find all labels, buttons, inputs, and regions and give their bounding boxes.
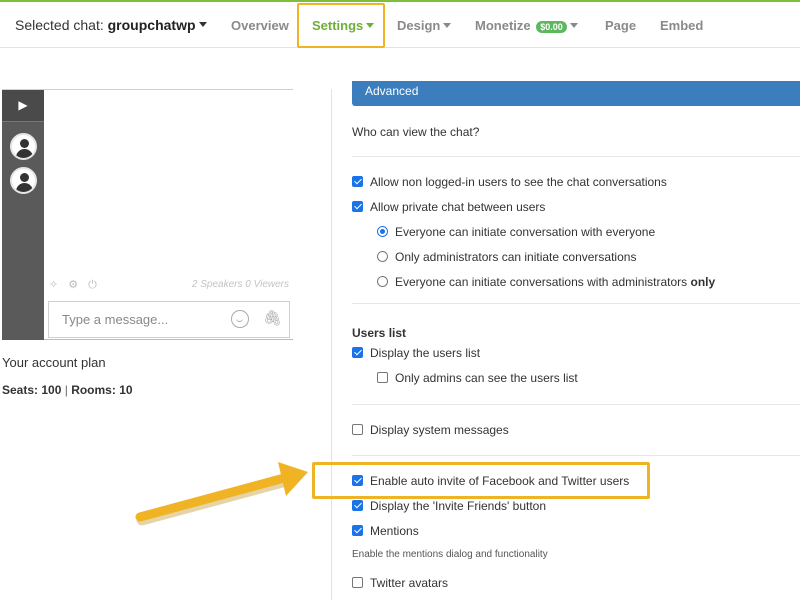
allow-private-option[interactable]: Allow private chat between users (352, 200, 545, 214)
divider (352, 404, 800, 405)
mentions-option[interactable]: Mentions (352, 524, 419, 538)
tab-settings-label: Settings (312, 18, 364, 33)
monetize-badge: $0.00 (536, 20, 567, 33)
allow-private-checkbox[interactable] (352, 201, 363, 213)
radio-everyone-label: Everyone can initiate conversation with … (395, 225, 656, 239)
allow-private-label: Allow private chat between users (370, 200, 546, 214)
message-input[interactable]: Type a message... 🖇 (48, 301, 290, 338)
chat-selector[interactable]: Selected chat: groupchatwp (15, 17, 207, 33)
chevron-down-icon (569, 22, 578, 28)
only-admins-users-list-label: Only admins can see the users list (395, 371, 578, 385)
system-messages-option[interactable]: Display system messages (352, 423, 509, 437)
top-navbar: Selected chat: groupchatwp Overview Sett… (0, 2, 800, 48)
tab-overview[interactable]: Overview (231, 18, 289, 33)
allow-non-logged-label: Allow non logged-in users to see the cha… (370, 175, 667, 189)
display-users-list-checkbox[interactable] (352, 347, 363, 359)
twitter-avatars-option[interactable]: Twitter avatars (352, 576, 448, 590)
mentions-checkbox[interactable] (352, 525, 363, 537)
tab-monetize-label: Monetize (475, 18, 531, 33)
radio-admins[interactable] (377, 251, 388, 263)
only-admins-users-list-option[interactable]: Only admins can see the users list (377, 371, 578, 385)
who-can-view-heading: Who can view the chat? (352, 125, 480, 139)
column-divider (331, 89, 332, 600)
plan-separator: | (64, 383, 68, 397)
chat-users-sidebar: ▶ (2, 90, 44, 340)
invite-friends-checkbox[interactable] (352, 500, 363, 512)
chat-selector-value: groupchatwp (107, 17, 196, 33)
avatar[interactable] (10, 133, 37, 160)
radio-with-admins-option[interactable]: Everyone can initiate conversations with… (377, 275, 715, 289)
chevron-down-icon (198, 22, 207, 28)
twitter-avatars-label: Twitter avatars (370, 576, 449, 590)
radio-with-admins-emphasis: only (690, 275, 716, 289)
divider (352, 455, 800, 456)
mentions-hint: Enable the mentions dialog and functiona… (352, 549, 548, 560)
radio-admins-label: Only administrators can initiate convers… (395, 250, 637, 264)
tab-settings[interactable]: Settings (297, 3, 385, 48)
seats-count: Seats: 100 (2, 383, 62, 397)
avatar[interactable] (10, 167, 37, 194)
mentions-label: Mentions (370, 524, 419, 538)
annotation-arrow-icon (135, 462, 308, 526)
emoji-icon[interactable] (231, 310, 249, 328)
pin-icon[interactable]: ✧ (49, 279, 58, 291)
invite-friends-label: Display the 'Invite Friends' button (370, 499, 547, 513)
account-plan-details: Seats: 100 | Rooms: 10 (2, 383, 133, 397)
radio-with-admins[interactable] (377, 276, 388, 288)
chevron-down-icon (443, 22, 452, 28)
radio-everyone[interactable] (377, 226, 388, 238)
only-admins-users-list-checkbox[interactable] (377, 372, 388, 384)
invite-friends-option[interactable]: Display the 'Invite Friends' button (352, 499, 546, 513)
tab-embed[interactable]: Embed (660, 18, 703, 33)
tab-design[interactable]: Design (397, 18, 452, 33)
radio-everyone-option[interactable]: Everyone can initiate conversation with … (377, 225, 655, 239)
radio-admins-option[interactable]: Only administrators can initiate convers… (377, 250, 636, 264)
rooms-count: Rooms: 10 (71, 383, 133, 397)
divider (352, 156, 800, 157)
display-users-list-option[interactable]: Display the users list (352, 346, 480, 360)
chat-widget-preview: ▶ ✧ ⚙ ⏻ 2 Speakers 0 Viewers Type a messag… (2, 89, 293, 340)
chat-selector-label: Selected chat: (15, 17, 104, 33)
twitter-avatars-checkbox[interactable] (352, 577, 363, 589)
system-messages-label: Display system messages (370, 423, 509, 437)
paperclip-icon[interactable]: 🖇 (263, 309, 282, 327)
tab-page[interactable]: Page (605, 18, 636, 33)
advanced-label: Advanced (365, 84, 419, 98)
speakers-viewers-count: 2 Speakers 0 Viewers (191, 279, 289, 290)
tab-design-label: Design (397, 18, 441, 33)
gear-icon[interactable]: ⚙ (68, 279, 78, 291)
display-users-list-label: Display the users list (370, 346, 481, 360)
divider (352, 303, 800, 304)
highlight-box (312, 462, 650, 499)
users-list-heading: Users list (352, 326, 407, 340)
power-icon[interactable]: ⏻ (88, 279, 97, 291)
account-plan-title: Your account plan (2, 355, 106, 370)
chevron-down-icon (366, 22, 375, 28)
chat-toolbar: ✧ ⚙ ⏻ (49, 278, 107, 292)
play-icon[interactable]: ▶ (2, 90, 44, 122)
message-placeholder: Type a message... (62, 312, 169, 327)
system-messages-checkbox[interactable] (352, 424, 363, 436)
allow-non-logged-option[interactable]: Allow non logged-in users to see the cha… (352, 175, 667, 189)
advanced-section-header[interactable]: Advanced (352, 81, 800, 106)
radio-with-admins-label: Everyone can initiate conversations with… (395, 275, 688, 289)
tab-monetize[interactable]: Monetize $0.00 (475, 18, 578, 33)
allow-non-logged-checkbox[interactable] (352, 176, 363, 188)
